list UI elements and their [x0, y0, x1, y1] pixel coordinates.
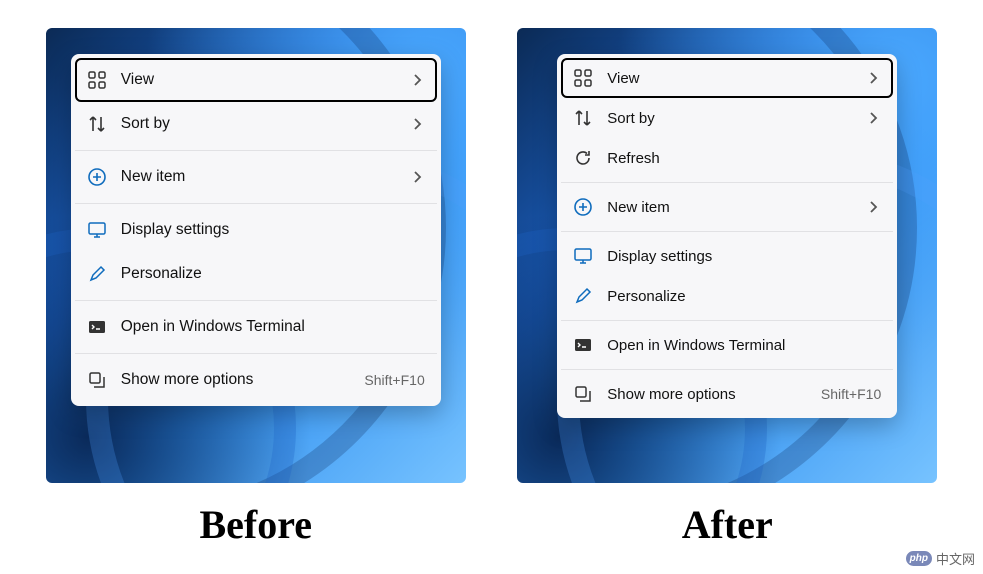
chevron-right-icon: [409, 116, 425, 132]
menu-separator: [561, 182, 893, 183]
menu-separator: [561, 320, 893, 321]
personalize-brush-icon: [87, 264, 107, 284]
menu-item-new[interactable]: New item: [561, 187, 893, 227]
menu-label: Show more options: [607, 386, 821, 403]
sort-icon: [573, 108, 593, 128]
new-plus-icon: [87, 167, 107, 187]
menu-separator: [75, 353, 437, 354]
view-grid-icon: [573, 68, 593, 88]
menu-item-personalize[interactable]: Personalize: [561, 276, 893, 316]
after-wallpaper: View Sort by: [517, 28, 937, 483]
menu-label: New item: [121, 168, 409, 186]
menu-label: Display settings: [121, 221, 425, 239]
menu-label: Sort by: [121, 115, 409, 133]
before-caption: Before: [199, 501, 312, 548]
menu-shortcut: Shift+F10: [821, 386, 881, 402]
watermark: php 中文网: [906, 549, 975, 568]
before-context-menu: View Sort by: [71, 54, 441, 406]
menu-item-view[interactable]: View: [561, 58, 893, 98]
menu-label: Display settings: [607, 248, 881, 265]
menu-item-view[interactable]: View: [75, 58, 437, 102]
after-context-menu: View Sort by: [557, 54, 897, 418]
watermark-text: 中文网: [936, 549, 975, 568]
menu-label: Refresh: [607, 150, 881, 167]
menu-item-open-terminal[interactable]: Open in Windows Terminal: [75, 305, 437, 349]
menu-item-personalize[interactable]: Personalize: [75, 252, 437, 296]
menu-item-display-settings[interactable]: Display settings: [561, 236, 893, 276]
chevron-right-icon: [865, 199, 881, 215]
menu-item-refresh[interactable]: Refresh: [561, 138, 893, 178]
show-more-icon: [573, 384, 593, 404]
before-wallpaper: View Sort by: [46, 28, 466, 483]
refresh-icon: [573, 148, 593, 168]
display-settings-icon: [87, 220, 107, 240]
menu-item-sort-by[interactable]: Sort by: [75, 102, 437, 146]
menu-item-show-more[interactable]: Show more options Shift+F10: [561, 374, 893, 414]
after-column: View Sort by: [517, 28, 937, 548]
menu-separator: [561, 231, 893, 232]
terminal-icon: [573, 335, 593, 355]
show-more-icon: [87, 370, 107, 390]
menu-item-display-settings[interactable]: Display settings: [75, 208, 437, 252]
menu-label: Sort by: [607, 110, 865, 127]
menu-label: Personalize: [607, 288, 881, 305]
view-grid-icon: [87, 70, 107, 90]
terminal-icon: [87, 317, 107, 337]
before-column: View Sort by: [46, 28, 466, 548]
comparison-container: View Sort by: [0, 0, 983, 548]
menu-separator: [75, 300, 437, 301]
menu-separator: [75, 203, 437, 204]
chevron-right-icon: [865, 70, 881, 86]
menu-shortcut: Shift+F10: [364, 372, 424, 388]
menu-item-show-more[interactable]: Show more options Shift+F10: [75, 358, 437, 402]
menu-label: View: [121, 71, 409, 89]
menu-separator: [75, 150, 437, 151]
display-settings-icon: [573, 246, 593, 266]
sort-icon: [87, 114, 107, 134]
menu-item-sort-by[interactable]: Sort by: [561, 98, 893, 138]
chevron-right-icon: [409, 72, 425, 88]
menu-label: Open in Windows Terminal: [607, 337, 881, 354]
new-plus-icon: [573, 197, 593, 217]
menu-label: View: [607, 70, 865, 87]
menu-label: Show more options: [121, 371, 365, 389]
watermark-badge: php: [906, 551, 932, 566]
menu-item-new[interactable]: New item: [75, 155, 437, 199]
menu-separator: [561, 369, 893, 370]
menu-label: Open in Windows Terminal: [121, 318, 425, 336]
menu-item-open-terminal[interactable]: Open in Windows Terminal: [561, 325, 893, 365]
chevron-right-icon: [865, 110, 881, 126]
menu-label: New item: [607, 199, 865, 216]
chevron-right-icon: [409, 169, 425, 185]
menu-label: Personalize: [121, 265, 425, 283]
after-caption: After: [682, 501, 773, 548]
personalize-brush-icon: [573, 286, 593, 306]
